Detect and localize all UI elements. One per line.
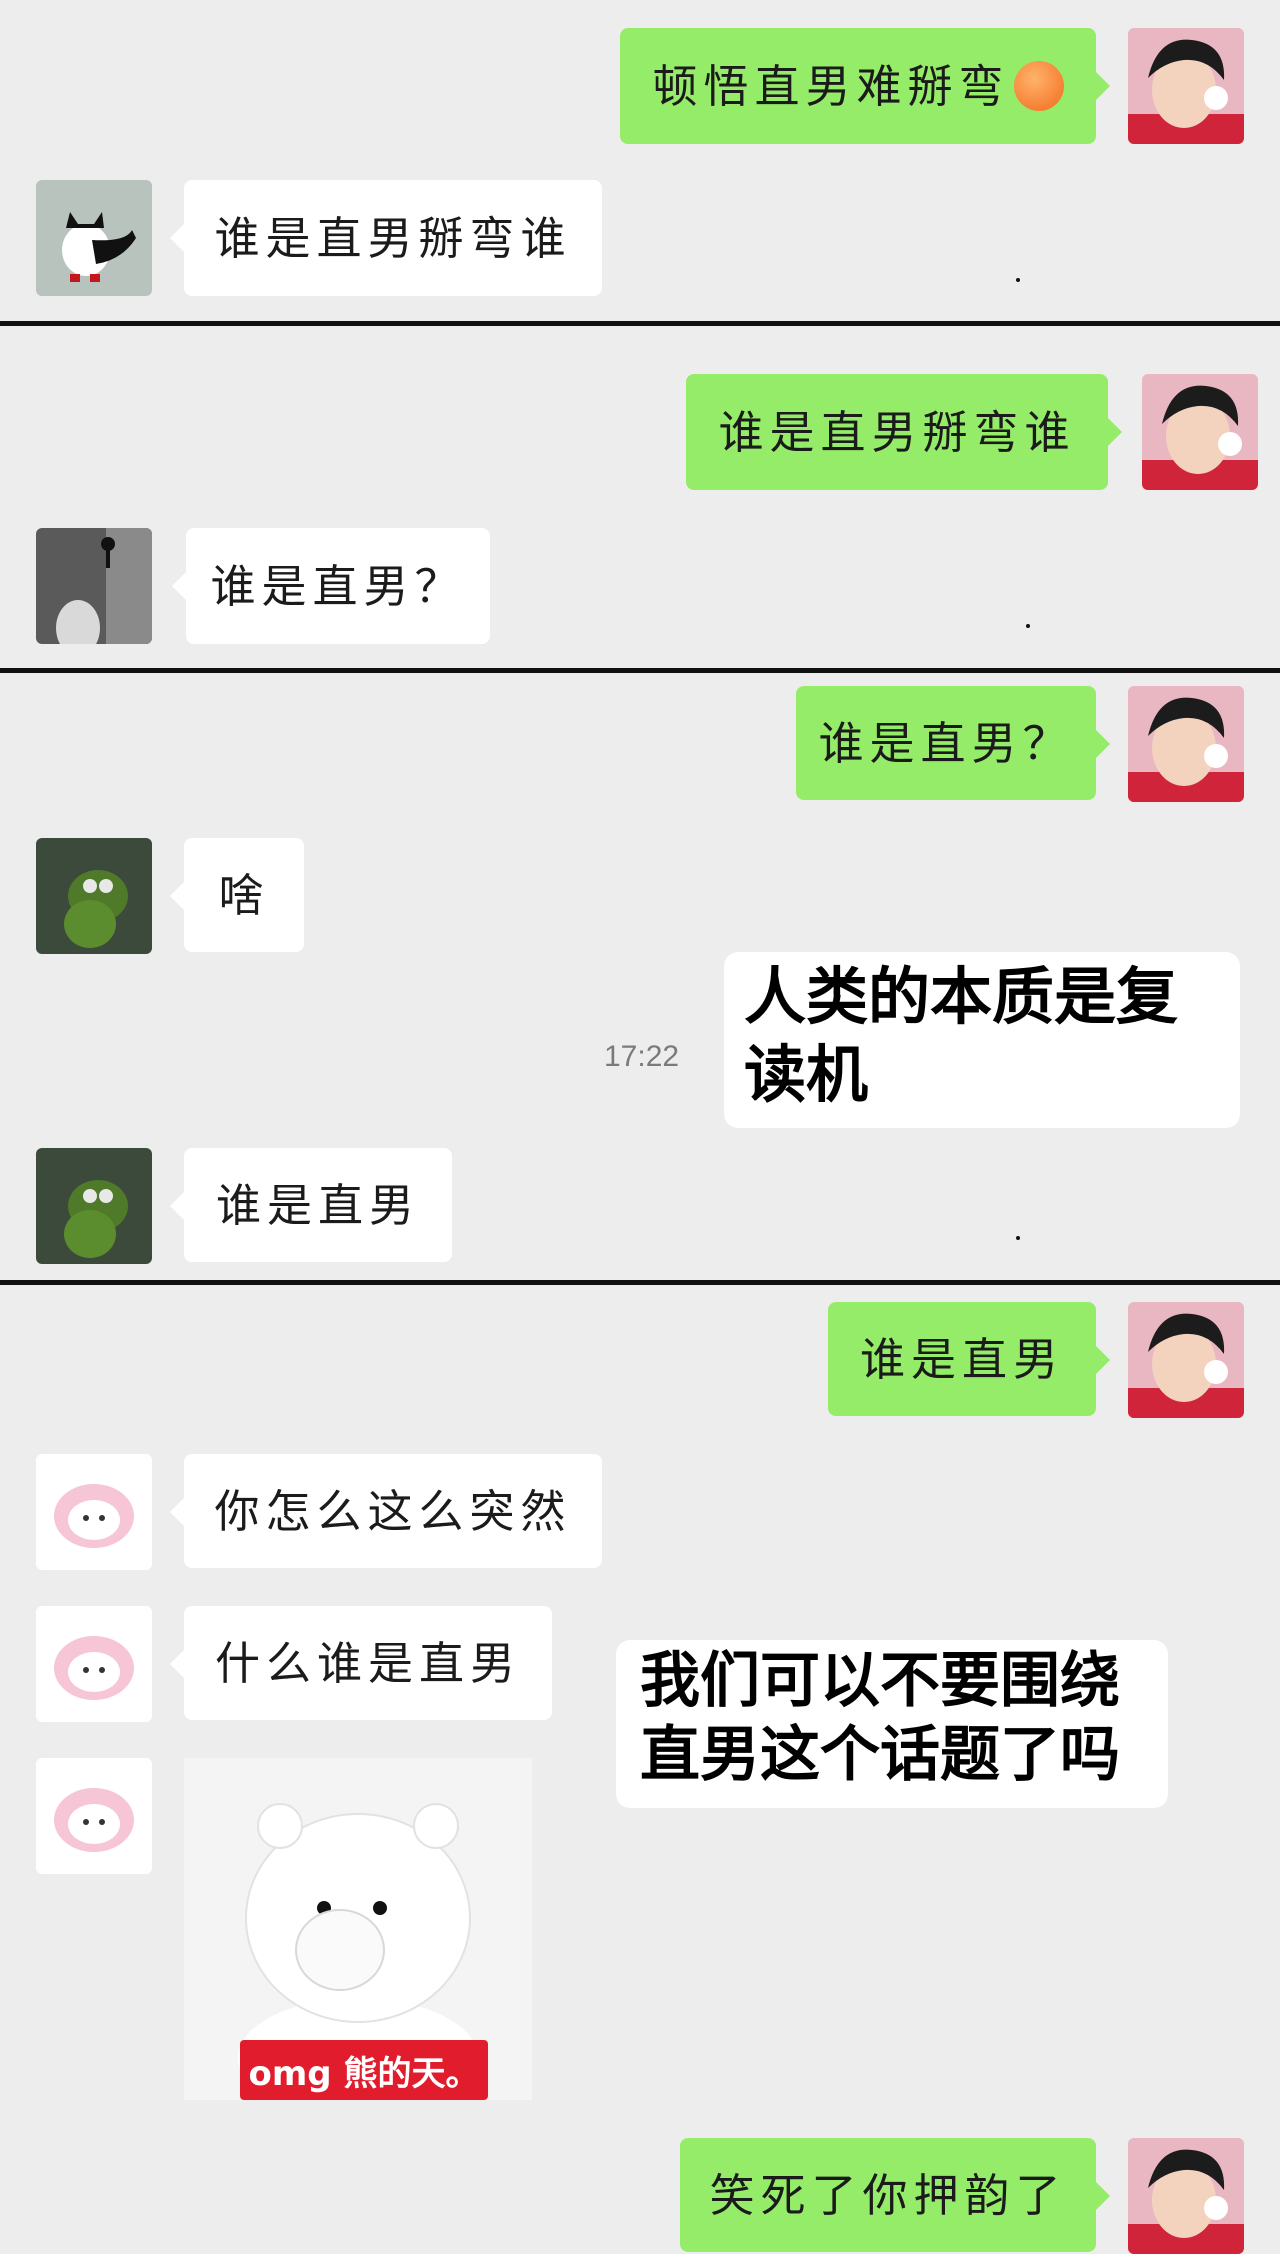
self-avatar[interactable] xyxy=(1142,374,1258,490)
caption-line: 我们可以不要围绕 xyxy=(640,1646,1120,1716)
caption-line: 读机 xyxy=(744,1038,869,1111)
boy-avatar-icon xyxy=(1128,2138,1244,2254)
melody-avatar-icon xyxy=(36,1758,152,1874)
message-text: 谁是直男？ xyxy=(210,559,466,613)
sticker-image[interactable]: omg 熊的天。 xyxy=(184,1758,532,2100)
man-photo-avatar-icon xyxy=(36,528,152,644)
message-text: 谁是直男掰弯谁 xyxy=(214,211,572,265)
contact-avatar[interactable] xyxy=(36,838,152,954)
boy-avatar-icon xyxy=(1142,374,1258,490)
self-avatar[interactable] xyxy=(1128,2138,1244,2254)
speck xyxy=(1016,1236,1020,1240)
boy-avatar-icon xyxy=(1128,686,1244,802)
boy-avatar-icon xyxy=(1128,28,1244,144)
contact-avatar[interactable] xyxy=(36,528,152,644)
self-avatar[interactable] xyxy=(1128,1302,1244,1418)
caption-line: 人类的本质是复 xyxy=(744,960,1179,1033)
message-text: 什么谁是直男 xyxy=(214,1636,521,1690)
contact-avatar[interactable] xyxy=(36,1606,152,1722)
self-avatar[interactable] xyxy=(1128,28,1244,144)
melody-avatar-icon xyxy=(36,1606,152,1722)
incoming-message[interactable]: 什么谁是直男 xyxy=(170,1606,552,1720)
message-text: 你怎么这么突然 xyxy=(214,1484,572,1538)
message-text: 谁是直男 xyxy=(859,1332,1064,1386)
incoming-message[interactable]: 你怎么这么突然 xyxy=(170,1454,602,1568)
overlay-caption: 人类的本质是复 读机 xyxy=(724,952,1240,1128)
outgoing-message[interactable]: 顿悟直男难掰弯 xyxy=(620,28,1110,144)
incoming-message[interactable]: 谁是直男？ xyxy=(172,528,490,644)
message-text: 谁是直男 xyxy=(215,1178,420,1232)
message-text: 谁是直男掰弯谁 xyxy=(718,405,1076,459)
self-avatar[interactable] xyxy=(1128,686,1244,802)
melody-avatar-icon xyxy=(36,1454,152,1570)
kermit-avatar-icon xyxy=(36,1148,152,1264)
outgoing-message[interactable]: 谁是直男 xyxy=(828,1302,1110,1416)
kermit-avatar-icon xyxy=(36,838,152,954)
incoming-message[interactable]: 谁是直男掰弯谁 xyxy=(170,180,602,296)
incoming-message[interactable]: 啥 xyxy=(170,838,304,952)
contact-avatar[interactable] xyxy=(36,1148,152,1264)
contact-avatar[interactable] xyxy=(36,1454,152,1570)
overlay-caption: 我们可以不要围绕 直男这个话题了吗 xyxy=(616,1640,1168,1808)
speck xyxy=(1016,278,1020,282)
screenshot-divider xyxy=(0,668,1280,673)
screenshot-divider xyxy=(0,1280,1280,1285)
message-text: 啥 xyxy=(218,868,270,922)
message-text: 顿悟直男难掰弯 xyxy=(652,59,1010,113)
outgoing-message[interactable]: 谁是直男？ xyxy=(796,686,1110,800)
speck xyxy=(1026,624,1030,628)
incoming-message[interactable]: 谁是直男 xyxy=(170,1148,452,1262)
contact-avatar[interactable] xyxy=(36,1758,152,1874)
boy-avatar-icon xyxy=(1128,1302,1244,1418)
sticker-caption: omg 熊的天。 xyxy=(240,2040,488,2100)
screenshot-divider xyxy=(0,321,1280,326)
caption-line: 直男这个话题了吗 xyxy=(640,1720,1120,1790)
outgoing-message[interactable]: 笑死了你押韵了 xyxy=(680,2138,1110,2252)
cat-avatar-icon xyxy=(36,180,152,296)
message-text: 谁是直男？ xyxy=(818,716,1074,770)
outgoing-message[interactable]: 谁是直男掰弯谁 xyxy=(686,374,1122,490)
timestamp: 17:22 xyxy=(604,1040,680,1073)
sweat-face-emoji-icon xyxy=(1013,61,1064,111)
contact-avatar[interactable] xyxy=(36,180,152,296)
message-text: 笑死了你押韵了 xyxy=(709,2168,1067,2222)
